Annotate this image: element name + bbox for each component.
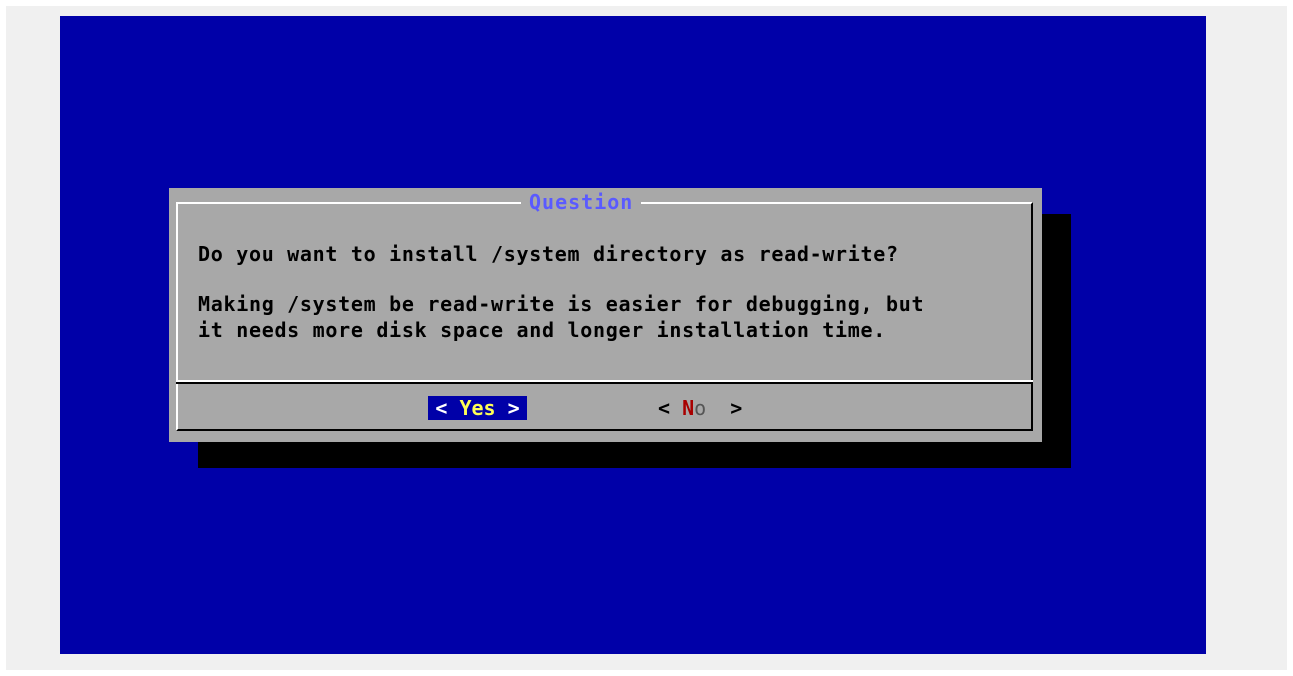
yes-left-bracket: < xyxy=(435,396,448,420)
no-right-bracket: > xyxy=(730,396,743,420)
no-button[interactable]: < No > xyxy=(658,396,758,420)
yes-label: Yes xyxy=(459,396,496,420)
dialog-title: Question xyxy=(521,190,642,214)
button-separator xyxy=(176,380,1033,384)
yes-right-bracket: > xyxy=(507,396,520,420)
no-left-bracket: < xyxy=(658,396,671,420)
description-line-2: it needs more disk space and longer inst… xyxy=(198,318,887,342)
question-text: Do you want to install /system directory… xyxy=(198,242,899,266)
no-label-rest: o xyxy=(694,396,707,420)
yes-button[interactable]: < Yes > xyxy=(428,396,527,420)
no-hotkey: N xyxy=(682,396,695,420)
description-line-1: Making /system be read-write is easier f… xyxy=(198,292,925,316)
dialog-border: Question Do you want to install /system … xyxy=(176,190,1033,431)
question-dialog: Question Do you want to install /system … xyxy=(169,188,1042,442)
